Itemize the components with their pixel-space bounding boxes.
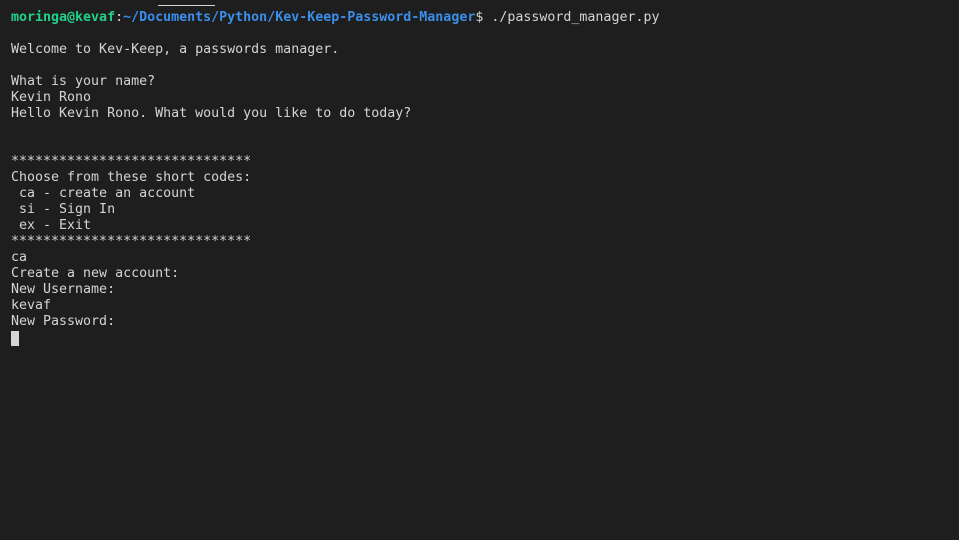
text-cursor	[11, 331, 19, 346]
output-line: Choose from these short codes:	[11, 170, 252, 185]
terminal-window[interactable]: moringa@kevaf:~/Documents/Python/Kev-Kee…	[0, 0, 959, 540]
output-line: ca	[11, 250, 28, 265]
output-line: What is your name?	[11, 74, 156, 89]
output-line: Hello Kevin Rono. What would you like to…	[11, 106, 412, 121]
output-line: ca - create an account	[11, 186, 196, 201]
output-line: ******************************	[11, 234, 252, 249]
output-line: si - Sign In	[11, 202, 116, 217]
prompt-user-host: moringa@kevaf	[11, 10, 116, 25]
output-line: Welcome to Kev-Keep, a passwords manager…	[11, 42, 340, 57]
prompt-path: ~/Documents/Python/Kev-Keep-Password-Man…	[123, 10, 476, 25]
active-tab-indicator	[158, 5, 215, 6]
output-line: New Username:	[11, 282, 116, 297]
output-line: Kevin Rono	[11, 90, 92, 105]
input-line[interactable]	[11, 330, 948, 346]
prompt-line: moringa@kevaf:~/Documents/Python/Kev-Kee…	[11, 10, 948, 26]
command-text: ./password_manager.py	[491, 10, 660, 25]
prompt-separator: :	[115, 10, 124, 25]
prompt-symbol: $	[475, 10, 492, 25]
output-line: kevaf	[11, 298, 52, 313]
output-line: ex - Exit	[11, 218, 92, 233]
output-line: New Password:	[11, 314, 116, 329]
output-line: Create a new account:	[11, 266, 180, 281]
output-line: ******************************	[11, 154, 252, 169]
